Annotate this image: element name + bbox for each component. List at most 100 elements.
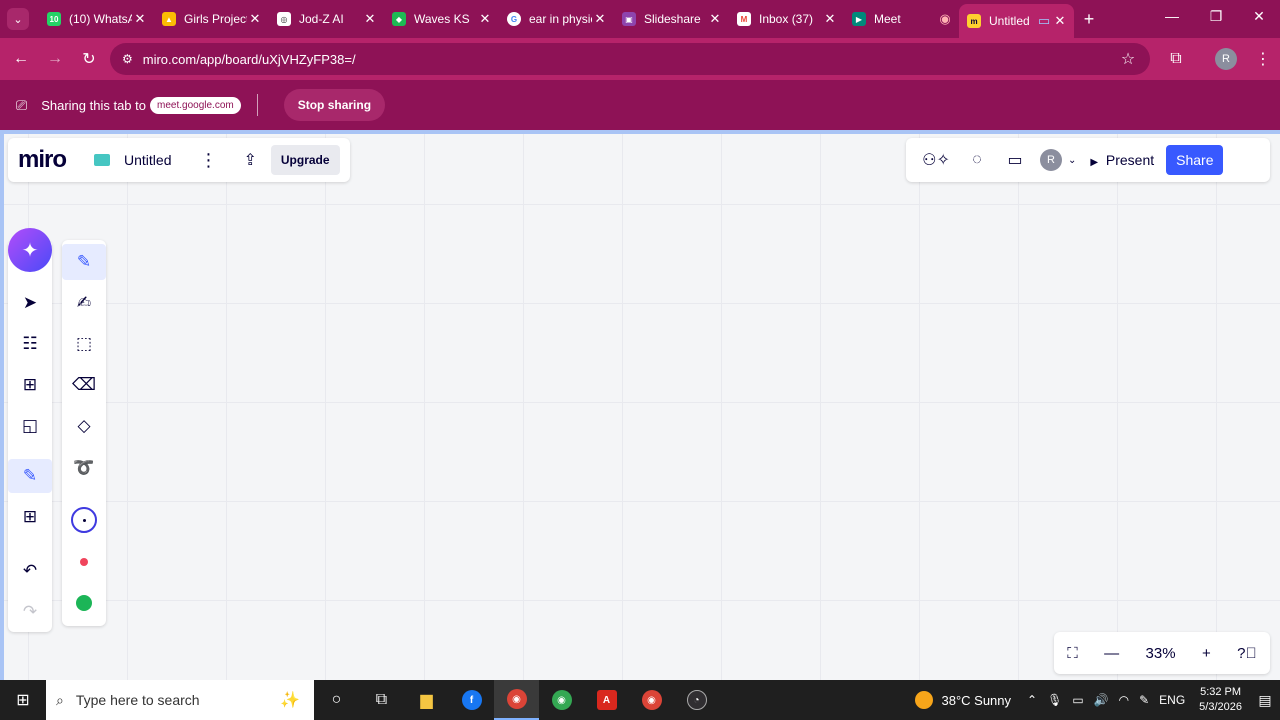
- notifications-icon[interactable]: ▤: [1250, 692, 1280, 709]
- drive-favicon-icon: ▲: [162, 12, 176, 26]
- close-tab-icon[interactable]: ✕: [247, 11, 263, 27]
- browser-menu-icon[interactable]: ⋮: [1246, 49, 1280, 69]
- weather-text: 38°C Sunny: [941, 692, 1012, 708]
- stop-sharing-button[interactable]: Stop sharing: [283, 89, 386, 121]
- close-window-icon[interactable]: ✕: [1249, 8, 1269, 25]
- maximize-icon[interactable]: ❐: [1206, 8, 1226, 25]
- meet-favicon-icon: ▶: [852, 12, 866, 26]
- microphone-icon[interactable]: 🎙: [1047, 693, 1062, 707]
- collaborator-avatar[interactable]: R: [1040, 149, 1062, 171]
- ai-favicon-icon: ◎: [277, 12, 291, 26]
- browser-tab[interactable]: ▶ Meet ◉: [844, 0, 959, 38]
- zoom-in-icon[interactable]: +: [1202, 645, 1211, 662]
- task-view-icon[interactable]: ⧉: [359, 680, 404, 720]
- tab-title: Jod-Z AI: [299, 12, 344, 26]
- forward-icon[interactable]: →: [38, 50, 72, 68]
- browser-tab[interactable]: M Inbox (37) ✕: [729, 0, 844, 38]
- sticky-note-icon[interactable]: ◱: [8, 409, 52, 443]
- obs-icon[interactable]: ◔: [674, 680, 719, 720]
- eraser-icon[interactable]: ⌫: [62, 367, 106, 403]
- close-tab-icon[interactable]: ✕: [822, 11, 838, 27]
- browser-tab[interactable]: ◎ Jod-Z AI ✕: [269, 0, 384, 38]
- miro-favicon-icon: m: [967, 14, 981, 28]
- smart-drawing-icon[interactable]: ⬚: [62, 326, 106, 362]
- minimize-icon[interactable]: —: [1162, 8, 1182, 24]
- browser-tab-active[interactable]: m Untitled ▭ ✕: [959, 4, 1074, 38]
- chevron-down-icon[interactable]: ⌄: [1068, 155, 1076, 166]
- undo-icon[interactable]: ↶: [8, 554, 52, 588]
- redo-icon[interactable]: ↷: [8, 595, 52, 629]
- close-tab-icon[interactable]: ✕: [362, 11, 378, 27]
- battery-icon[interactable]: ▭: [1072, 693, 1083, 707]
- reload-icon[interactable]: ↻: [72, 49, 106, 69]
- chrome-profile-icon[interactable]: ◉: [539, 680, 584, 720]
- windows-start-icon[interactable]: ⊞: [0, 690, 46, 710]
- gmail-favicon-icon: M: [737, 12, 751, 26]
- object-eraser-icon[interactable]: ◇: [62, 408, 106, 444]
- weather-widget[interactable]: 38°C Sunny: [915, 691, 1011, 709]
- bookmark-star-icon[interactable]: ☆: [1111, 49, 1145, 69]
- frame-table-icon[interactable]: ⊞: [8, 368, 52, 402]
- clock[interactable]: 5:32 PM 5/3/2026: [1199, 685, 1242, 715]
- export-icon[interactable]: ⇪: [243, 150, 256, 170]
- back-icon[interactable]: ←: [4, 50, 38, 68]
- board-icon: [94, 154, 111, 166]
- pen-tool-icon[interactable]: ✎: [8, 459, 52, 493]
- color-green-swatch[interactable]: [62, 585, 106, 621]
- reactions-icon[interactable]: ⚇✧: [914, 150, 958, 170]
- facebook-icon[interactable]: f: [449, 680, 494, 720]
- miro-logo[interactable]: miro: [18, 146, 67, 174]
- extensions-icon[interactable]: ⧉: [1159, 50, 1193, 68]
- board-title[interactable]: Untitled: [124, 152, 171, 168]
- wifi-icon[interactable]: ◠: [1119, 693, 1129, 707]
- browser-tab[interactable]: 10 (10) WhatsApp ✕: [39, 0, 154, 38]
- sun-icon: [915, 691, 934, 709]
- more-tools-icon[interactable]: ⊞: [8, 500, 52, 534]
- close-tab-icon[interactable]: ✕: [477, 11, 493, 27]
- profile-avatar[interactable]: R: [1215, 48, 1237, 70]
- color-red-swatch[interactable]: [62, 544, 106, 580]
- site-info-icon[interactable]: ⚙: [122, 52, 133, 66]
- templates-icon[interactable]: ☷: [8, 327, 52, 361]
- upgrade-button[interactable]: Upgrade: [270, 145, 340, 175]
- share-button[interactable]: Share: [1166, 145, 1224, 175]
- pen-workspace-icon[interactable]: ✎: [1139, 693, 1149, 707]
- pen-icon[interactable]: ✎: [62, 244, 106, 280]
- video-call-icon[interactable]: ▭: [996, 150, 1034, 170]
- chrome-ra-icon[interactable]: ◉: [629, 680, 674, 720]
- close-tab-icon[interactable]: ✕: [592, 11, 608, 27]
- board-canvas[interactable]: [0, 130, 1280, 680]
- stroke-size-picker[interactable]: [62, 502, 106, 538]
- close-tab-icon[interactable]: ✕: [132, 11, 148, 27]
- tab-title: Inbox (37): [759, 12, 814, 26]
- select-tool-icon[interactable]: ➤: [8, 286, 52, 320]
- address-bar[interactable]: ⚙ miro.com/app/board/uXjVHZyFP38=/: [110, 43, 1150, 75]
- browser-tab[interactable]: ◆ Waves KS ✕: [384, 0, 499, 38]
- help-icon[interactable]: ?⃝: [1237, 645, 1257, 662]
- acrobat-icon[interactable]: A: [584, 680, 629, 720]
- browser-tab[interactable]: ▣ Slideshare ✕: [614, 0, 729, 38]
- browser-tab[interactable]: ▲ Girls Project ✕: [154, 0, 269, 38]
- ai-sparkle-icon[interactable]: ✦: [8, 228, 52, 272]
- zoom-out-icon[interactable]: —: [1104, 645, 1119, 662]
- close-tab-icon[interactable]: ✕: [707, 11, 723, 27]
- language-indicator[interactable]: ENG: [1159, 693, 1185, 707]
- fit-to-screen-icon[interactable]: ⛶: [1067, 645, 1078, 662]
- volume-icon[interactable]: 🔊: [1094, 693, 1109, 707]
- highlighter-icon[interactable]: ✍: [62, 285, 106, 321]
- tab-search-chevron-icon[interactable]: ⌄: [7, 8, 29, 30]
- new-tab-icon[interactable]: +: [1074, 9, 1104, 30]
- taskbar-search-box[interactable]: ⌕ Type here to search ✨: [46, 680, 314, 720]
- close-tab-icon[interactable]: ✕: [1052, 13, 1068, 29]
- comments-icon[interactable]: ◌: [958, 151, 996, 169]
- board-menu-icon[interactable]: ⋮: [199, 150, 217, 171]
- present-button[interactable]: ▶ Present: [1090, 152, 1154, 168]
- zoom-controls: ⛶ — 33% + ?⃝: [1054, 632, 1270, 674]
- file-explorer-icon[interactable]: ▆: [404, 680, 449, 720]
- cortana-icon[interactable]: ○: [314, 680, 359, 720]
- lasso-icon[interactable]: ➰: [62, 450, 106, 486]
- browser-tab[interactable]: G ear in physics ✕: [499, 0, 614, 38]
- show-hidden-icons[interactable]: ⌃: [1027, 693, 1037, 707]
- chrome-icon[interactable]: ◉: [494, 680, 539, 720]
- zoom-level[interactable]: 33%: [1146, 645, 1176, 662]
